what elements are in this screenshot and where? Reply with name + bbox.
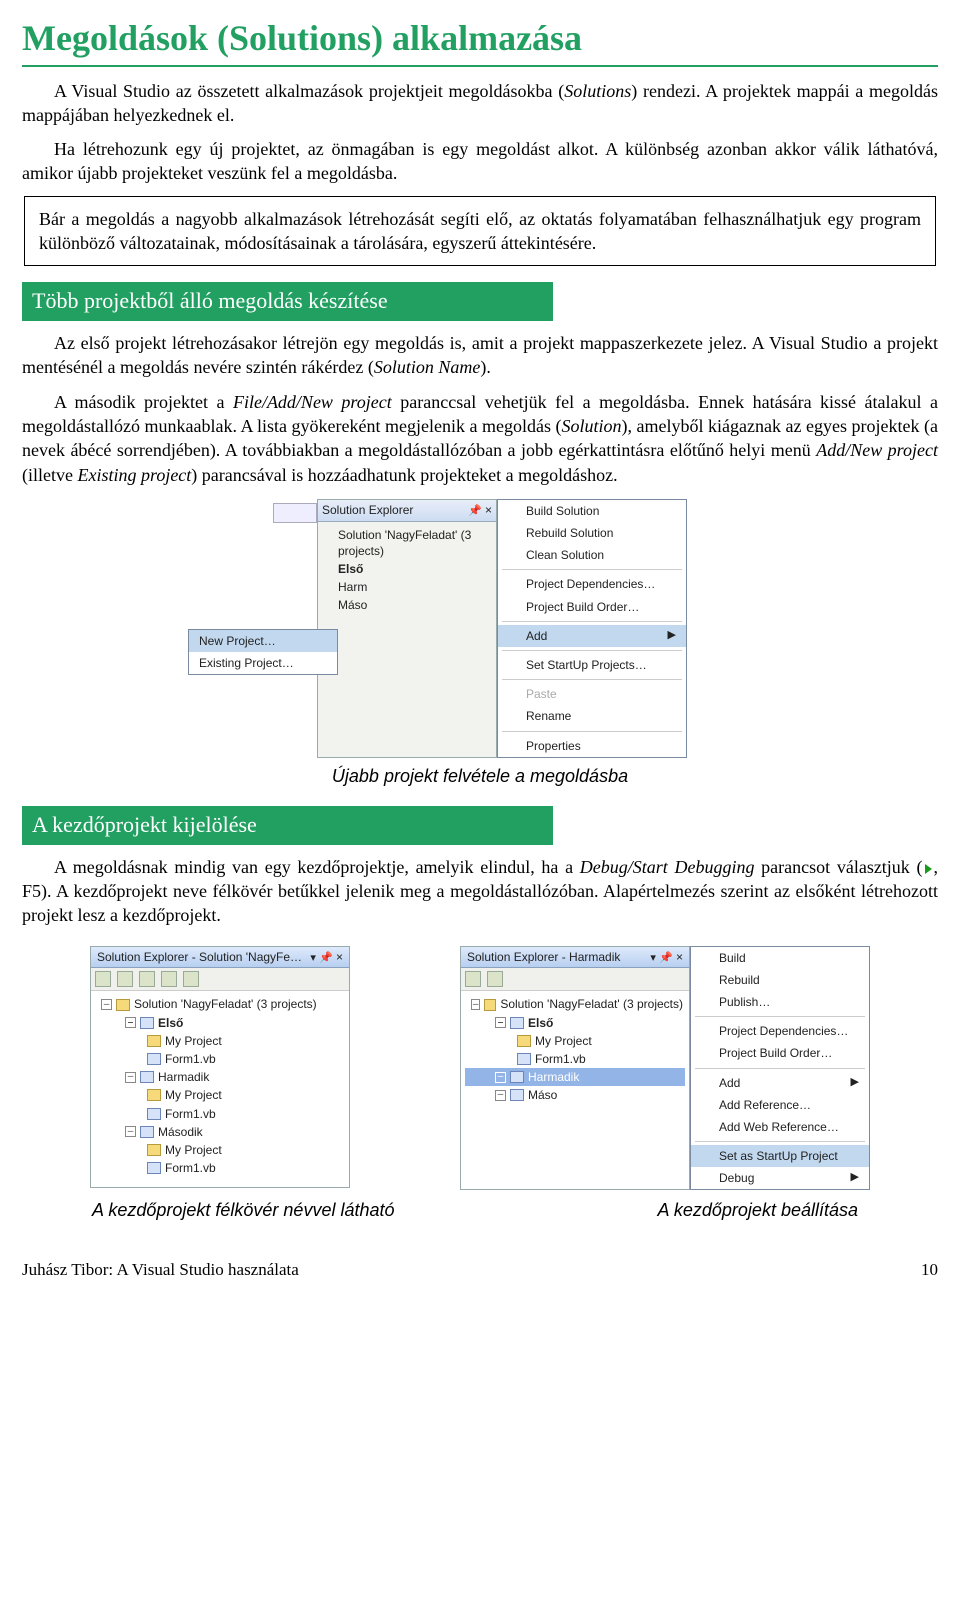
paragraph: Ha létrehozunk egy új projektet, az önma… [22,137,938,186]
paragraph: A második projektet a File/Add/New proje… [22,390,938,487]
tree-project-elso[interactable]: –Első [95,1014,345,1032]
tree-project[interactable]: Harm [320,578,494,596]
tree-project[interactable]: Első [320,560,494,578]
menu-add-reference[interactable]: Add Reference… [691,1094,869,1116]
panel-title: Solution Explorer📌 × [318,500,496,522]
page-footer: Juhász Tibor: A Visual Studio használata… [22,1259,938,1282]
menu-rebuild[interactable]: Rebuild [691,969,869,991]
tree-my-project[interactable]: My Project [95,1032,345,1050]
figure-caption: Újabb projekt felvétele a megoldásba [22,764,938,788]
menu-dependencies[interactable]: Project Dependencies… [498,573,686,595]
tree-project-elso[interactable]: –Első [465,1014,685,1032]
tree-root[interactable]: Solution 'NagyFeladat' (3 projects) [320,526,494,560]
menu-add[interactable]: Add▶ [498,625,686,647]
tree-project-masodik[interactable]: –Második [95,1123,345,1141]
menu-build-order[interactable]: Project Build Order… [498,596,686,618]
screenshot-startup-project: Solution Explorer - Solution 'NagyFe…▾ 📌… [22,946,938,1191]
menu-new-project[interactable]: New Project… [189,630,337,652]
menu-publish[interactable]: Publish… [691,991,869,1013]
toolbar [461,968,689,991]
context-menu: Build Rebuild Publish… Project Dependenc… [690,946,870,1191]
tree-project-harmadik[interactable]: –Harmadik [95,1068,345,1086]
tree-project-masodik[interactable]: –Máso [465,1086,685,1104]
panel-title: Solution Explorer - Solution 'NagyFe…▾ 📌… [91,947,349,969]
menu-add[interactable]: Add▶ [691,1072,869,1094]
section-heading: Több projektből álló megoldás készítése [22,282,553,321]
tree-root[interactable]: –Solution 'NagyFeladat' (3 projects) [95,995,345,1013]
tree-root[interactable]: –Solution 'NagyFeladat' (3 projects) [465,995,685,1013]
tree-project[interactable]: Máso [320,596,494,614]
figure-captions: A kezdőprojekt félkövér névvel látható A… [22,1198,938,1222]
menu-properties[interactable]: Properties [498,735,686,757]
tree-form[interactable]: Form1.vb [95,1050,345,1068]
tree-form[interactable]: Form1.vb [95,1159,345,1177]
menu-build[interactable]: Build [691,947,869,969]
tree-my-project[interactable]: My Project [465,1032,685,1050]
menu-clean[interactable]: Clean Solution [498,544,686,566]
tree-my-project[interactable]: My Project [95,1086,345,1104]
play-icon [925,864,932,874]
context-menu: Build Solution Rebuild Solution Clean So… [497,499,687,758]
paragraph: Az első projekt létrehozásakor létrejön … [22,331,938,380]
panel-title: Solution Explorer - Harmadik▾ 📌 × [461,947,689,969]
screenshot-add-project: Solution Explorer📌 × Solution 'NagyFelad… [22,499,938,758]
menu-build[interactable]: Build Solution [498,500,686,522]
paragraph: A Visual Studio az összetett alkalmazáso… [22,79,938,128]
page-title: Megoldások (Solutions) alkalmazása [22,14,938,67]
paragraph: A megoldásnak mindig van egy kezdőprojek… [22,855,938,928]
tree-my-project[interactable]: My Project [95,1141,345,1159]
callout-box: Bár a megoldás a nagyobb alkalmazások lé… [24,196,936,267]
menu-set-startup[interactable]: Set as StartUp Project [691,1145,869,1167]
tree-project-harmadik[interactable]: –Harmadik [465,1068,685,1086]
section-heading: A kezdőprojekt kijelölése [22,806,553,845]
menu-debug[interactable]: Debug▶ [691,1167,869,1189]
tree-form[interactable]: Form1.vb [95,1105,345,1123]
menu-startup[interactable]: Set StartUp Projects… [498,654,686,676]
menu-paste: Paste [498,683,686,705]
tree-form[interactable]: Form1.vb [465,1050,685,1068]
toolbar [91,968,349,991]
menu-build-order[interactable]: Project Build Order… [691,1042,869,1064]
menu-add-web-reference[interactable]: Add Web Reference… [691,1116,869,1138]
menu-dependencies[interactable]: Project Dependencies… [691,1020,869,1042]
menu-rename[interactable]: Rename [498,705,686,727]
menu-existing-project[interactable]: Existing Project… [189,652,337,674]
menu-rebuild[interactable]: Rebuild Solution [498,522,686,544]
